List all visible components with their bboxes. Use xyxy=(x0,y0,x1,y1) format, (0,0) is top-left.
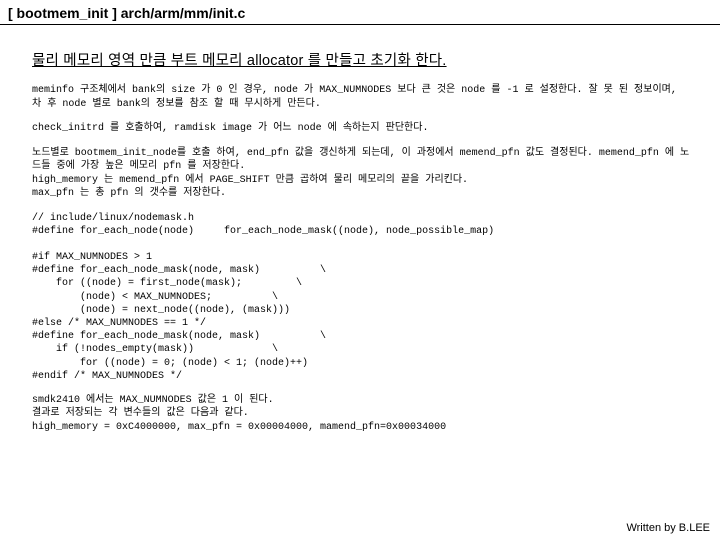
paragraph-4: smdk2410 에서는 MAX_NUMNODES 값은 1 이 된다. 결과로… xyxy=(32,394,690,435)
paragraph-1: meminfo 구조체에서 bank의 size 가 0 인 경우, node … xyxy=(32,84,690,111)
section-title: 물리 메모리 영역 만큼 부트 메모리 allocator 를 만들고 초기화 … xyxy=(32,49,690,70)
page: [ bootmem_init ] arch/arm/mm/init.c 물리 메… xyxy=(0,0,720,540)
code-block-1: // include/linux/nodemask.h #define for_… xyxy=(32,212,690,383)
footer-credit: Written by B.LEE xyxy=(626,522,710,534)
paragraph-2: check_initrd 를 호출하여, ramdisk image 가 어느 … xyxy=(32,122,690,136)
header-bar: [ bootmem_init ] arch/arm/mm/init.c xyxy=(0,0,720,25)
header-title: [ bootmem_init ] arch/arm/mm/init.c xyxy=(8,5,245,21)
paragraph-3: 노드별로 bootmem_init_node를 호출 하여, end_pfn 값… xyxy=(32,147,690,201)
content-area: 물리 메모리 영역 만큼 부트 메모리 allocator 를 만들고 초기화 … xyxy=(0,25,720,455)
